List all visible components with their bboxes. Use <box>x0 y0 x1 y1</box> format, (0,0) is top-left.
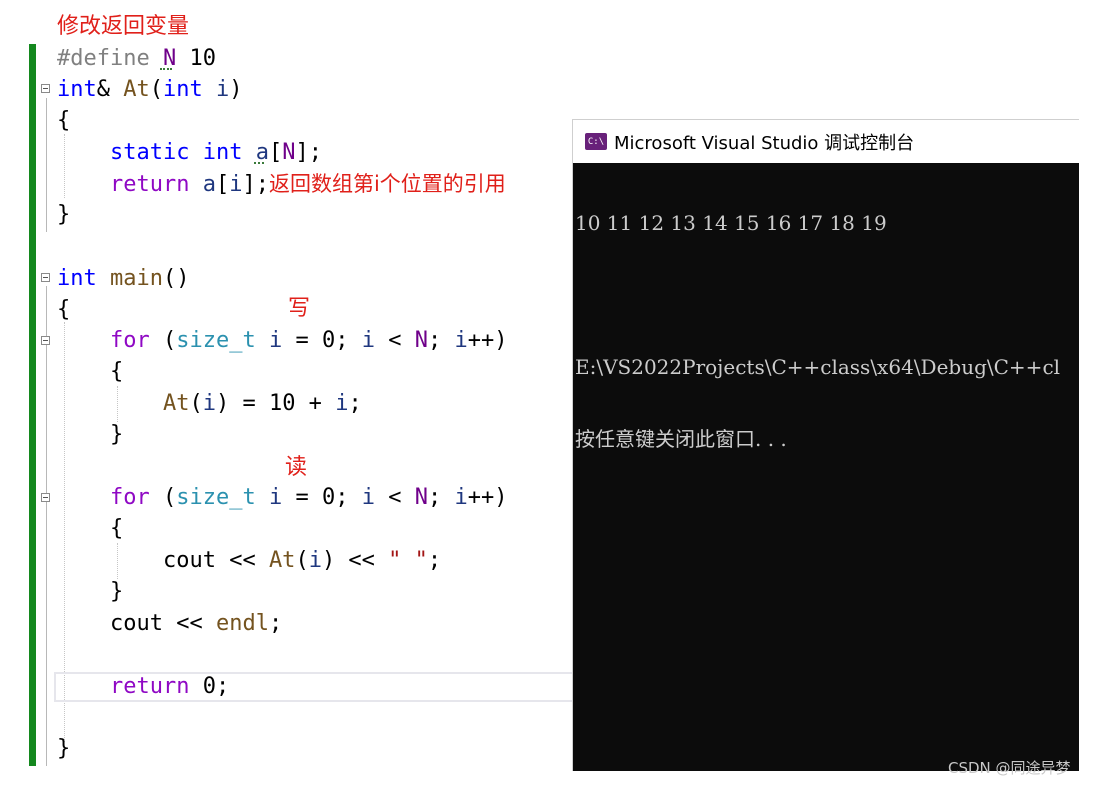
heading-annotation: 修改返回变量 <box>57 14 190 39</box>
change-tracking-bar <box>29 44 36 766</box>
squiggle-underline <box>160 68 172 70</box>
code-line-return-zero[interactable]: return 0; <box>57 672 229 702</box>
write-annotation: 写 <box>288 296 311 321</box>
code-line-at-signature[interactable]: int& At(int i) <box>57 75 243 105</box>
code-line-static-array[interactable]: static int a[N]; <box>57 138 322 168</box>
console-title: Microsoft Visual Studio 调试控制台 <box>614 132 915 154</box>
code-line-for-read[interactable]: for (size_t i = 0; i < N; i++) <box>57 483 507 513</box>
code-line-return-ref[interactable]: return a[i];返回数组第i个位置的引用 <box>57 169 506 199</box>
read-annotation: 读 <box>285 455 308 480</box>
squiggle-underline <box>254 162 264 164</box>
inline-note: 返回数组第i个位置的引用 <box>268 172 506 196</box>
collapse-icon[interactable] <box>41 336 50 345</box>
console-output-line: 10 11 12 13 14 15 16 17 18 19 <box>575 211 887 235</box>
fold-line <box>46 98 47 232</box>
code-line-define[interactable]: #define N 10 <box>57 44 216 74</box>
debug-console-window[interactable]: C:\ Microsoft Visual Studio 调试控制台 10 11 … <box>572 119 1079 771</box>
code-line-cout-endl[interactable]: cout << endl; <box>57 609 282 639</box>
code-line-brace[interactable]: } <box>57 734 70 764</box>
code-line-brace[interactable]: } <box>57 420 123 450</box>
code-line-for-write[interactable]: for (size_t i = 0; i < N; i++) <box>57 326 507 356</box>
collapse-icon[interactable] <box>41 84 50 93</box>
code-line-main[interactable]: int main() <box>57 264 189 294</box>
fold-line <box>46 350 47 445</box>
console-app-icon: C:\ <box>585 133 607 150</box>
code-line-brace[interactable]: { <box>57 514 123 544</box>
code-line-brace[interactable]: } <box>57 577 123 607</box>
console-output[interactable]: 10 11 12 13 14 15 16 17 18 19 E:\VS2022P… <box>573 163 1079 499</box>
console-prompt-line: 按任意键关闭此窗口. . . <box>575 427 787 451</box>
watermark: CSDN @同途异梦 <box>948 759 1071 777</box>
collapse-icon[interactable] <box>41 273 50 282</box>
code-line-brace[interactable]: } <box>57 200 70 230</box>
console-path-line: E:\VS2022Projects\C++class\x64\Debug\C++… <box>575 355 1061 379</box>
code-line-cout-at[interactable]: cout << At(i) << " "; <box>57 546 441 576</box>
code-line-brace[interactable]: { <box>57 357 123 387</box>
fold-line <box>46 506 47 601</box>
code-line-brace[interactable]: { <box>57 106 70 136</box>
code-line-brace[interactable]: { <box>57 295 70 325</box>
collapse-icon[interactable] <box>41 493 50 502</box>
console-title-bar[interactable]: C:\ Microsoft Visual Studio 调试控制台 <box>573 120 1079 163</box>
code-line-assign[interactable]: At(i) = 10 + i; <box>57 389 362 419</box>
